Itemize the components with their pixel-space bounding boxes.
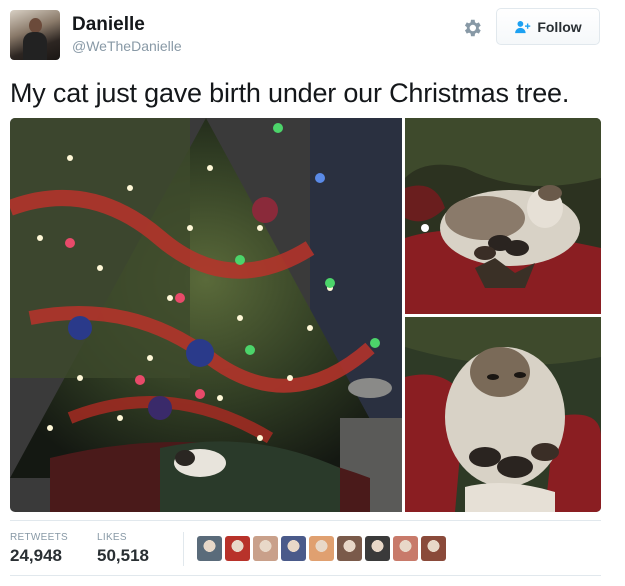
retweets-count: 24,948 xyxy=(10,546,62,565)
author-avatar[interactable] xyxy=(10,10,60,60)
retweets-label: RETWEETS xyxy=(10,532,68,543)
photo-cat-nursing[interactable] xyxy=(405,118,601,314)
likes-count: 50,518 xyxy=(97,546,149,565)
liker-avatar[interactable] xyxy=(281,536,306,561)
liker-avatar[interactable] xyxy=(309,536,334,561)
stats-divider-top xyxy=(10,520,601,521)
follow-button[interactable]: Follow xyxy=(496,8,600,45)
liker-avatar[interactable] xyxy=(421,536,446,561)
liker-avatar[interactable] xyxy=(253,536,278,561)
stats-separator xyxy=(183,532,184,566)
author-handle[interactable]: @WeTheDanielle xyxy=(72,38,182,54)
retweets-stat[interactable]: RETWEETS 24,948 xyxy=(10,532,68,566)
liker-avatar[interactable] xyxy=(197,536,222,561)
photo-christmas-tree[interactable] xyxy=(10,118,402,512)
stats-divider-bottom xyxy=(10,575,601,576)
media-grid xyxy=(10,118,601,512)
gear-icon[interactable] xyxy=(461,17,483,39)
liker-avatar[interactable] xyxy=(337,536,362,561)
liker-avatar[interactable] xyxy=(393,536,418,561)
tweet-text: My cat just gave birth under our Christm… xyxy=(10,78,570,108)
likes-label: LIKES xyxy=(97,532,127,543)
liker-avatar[interactable] xyxy=(365,536,390,561)
avatar-body xyxy=(23,32,47,60)
author-name[interactable]: Danielle xyxy=(72,14,145,36)
avatar-head xyxy=(29,18,42,33)
liker-avatar[interactable] xyxy=(225,536,250,561)
add-user-icon xyxy=(515,20,531,33)
follow-label: Follow xyxy=(537,18,582,35)
photo-cat-closeup[interactable] xyxy=(405,317,601,512)
liker-avatars xyxy=(197,536,446,561)
likes-stat[interactable]: LIKES 50,518 xyxy=(97,532,149,566)
